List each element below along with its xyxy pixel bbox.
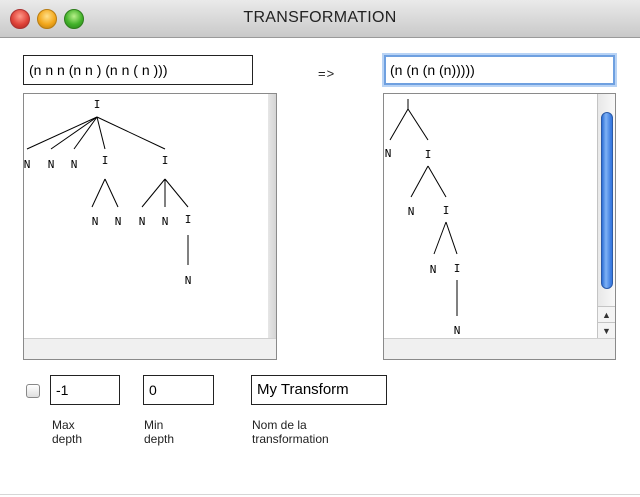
- tree-branch-node: I: [94, 98, 101, 111]
- target-expression-input[interactable]: (n (n (n (n))))): [384, 55, 615, 85]
- max-depth-input[interactable]: -1: [50, 375, 120, 405]
- tree-leaf-node: N: [454, 324, 461, 337]
- title-bar: TRANSFORMATION: [0, 0, 640, 38]
- source-tree-diagram: I N N N I I N N N N I N: [24, 98, 192, 287]
- source-tree-view[interactable]: I N N N I I N N N N I N: [23, 93, 277, 360]
- tree-leaf-node: N: [92, 215, 99, 228]
- tree-leaf-node: N: [385, 147, 392, 160]
- tree-leaf-node: N: [71, 158, 78, 171]
- tree-branch-node: I: [102, 154, 109, 167]
- tree-leaf-node: N: [24, 158, 30, 171]
- tree-leaf-node: N: [115, 215, 122, 228]
- tree-branch-node: I: [185, 213, 192, 226]
- tree-branch-node: I: [443, 204, 450, 217]
- transformation-name-label: Nom de la transformation: [252, 418, 329, 446]
- bottom-divider: [0, 494, 640, 495]
- target-tree-view[interactable]: N I N I N I N ▲ ▼: [383, 93, 616, 360]
- vertical-scrollbar[interactable]: ▲ ▼: [597, 94, 615, 339]
- transformation-name-input[interactable]: My Transform: [251, 375, 387, 405]
- max-depth-label: Max depth: [52, 418, 83, 446]
- window-title: TRANSFORMATION: [243, 9, 397, 26]
- tree-branch-node: I: [162, 154, 169, 167]
- tree-leaf-node: N: [408, 205, 415, 218]
- enable-checkbox[interactable]: [26, 384, 40, 398]
- min-depth-input[interactable]: 0: [143, 375, 214, 405]
- tree-leaf-node: N: [162, 215, 169, 228]
- min-depth-label: Min depth: [144, 418, 175, 446]
- target-tree-diagram: N I N I N I N: [385, 99, 461, 337]
- tree-leaf-node: N: [185, 274, 192, 287]
- scroll-down-arrow[interactable]: ▼: [598, 322, 615, 339]
- tree-leaf-node: N: [430, 263, 437, 276]
- transform-arrow: =>: [318, 66, 336, 81]
- horizontal-scrollbar[interactable]: [384, 338, 615, 359]
- scroll-up-arrow[interactable]: ▲: [598, 306, 615, 323]
- scroll-thumb[interactable]: [601, 112, 613, 289]
- source-expression-input[interactable]: (n n n (n n ) (n n ( n ))): [23, 55, 253, 85]
- vertical-scroll-track: [268, 94, 276, 339]
- horizontal-scrollbar[interactable]: [24, 338, 276, 359]
- tree-branch-node: I: [454, 262, 461, 275]
- tree-leaf-node: N: [48, 158, 55, 171]
- tree-branch-node: I: [425, 148, 432, 161]
- tree-leaf-node: N: [139, 215, 146, 228]
